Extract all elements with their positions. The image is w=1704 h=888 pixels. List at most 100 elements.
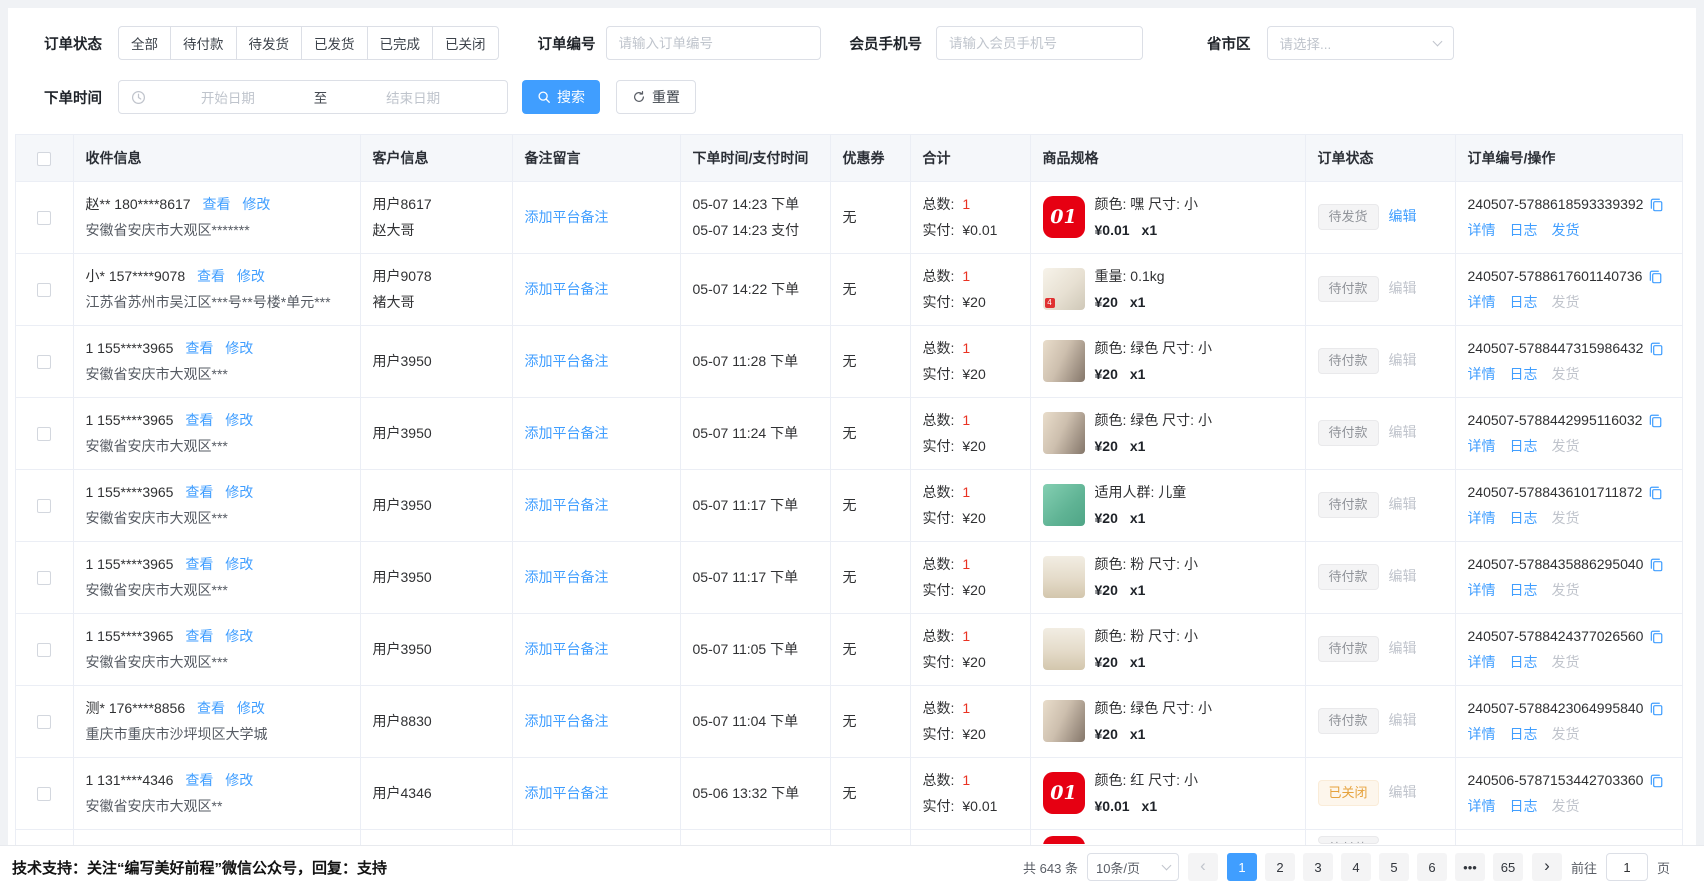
row-checkbox[interactable]: [37, 355, 51, 369]
row-checkbox[interactable]: [37, 427, 51, 441]
recipient-modify-link[interactable]: 修改: [225, 340, 253, 356]
status-filter-button[interactable]: 已发货: [301, 26, 368, 60]
phone-input[interactable]: [936, 26, 1143, 60]
detail-link[interactable]: 详情: [1468, 364, 1496, 385]
copy-icon[interactable]: [1648, 269, 1663, 284]
log-link[interactable]: 日志: [1510, 364, 1538, 385]
copy-icon[interactable]: [1649, 773, 1664, 788]
status-filter-button[interactable]: 已关闭: [432, 26, 499, 60]
page-size-select[interactable]: 10条/页: [1087, 853, 1179, 881]
search-button[interactable]: 搜索: [522, 80, 600, 114]
row-checkbox[interactable]: [37, 787, 51, 801]
select-all-checkbox[interactable]: [37, 152, 51, 166]
row-checkbox[interactable]: [37, 643, 51, 657]
edit-link[interactable]: 编辑: [1389, 784, 1417, 800]
goto-page-input[interactable]: [1606, 853, 1648, 881]
ship-link[interactable]: 发货: [1552, 364, 1580, 385]
remark-link[interactable]: 添加平台备注: [525, 281, 609, 297]
remark-link[interactable]: 添加平台备注: [525, 641, 609, 657]
recipient-view-link[interactable]: 查看: [185, 772, 213, 788]
recipient-modify-link[interactable]: 修改: [225, 484, 253, 500]
recipient-modify-link[interactable]: 修改: [225, 556, 253, 572]
order-no-input[interactable]: [606, 26, 821, 60]
detail-link[interactable]: 详情: [1468, 508, 1496, 529]
detail-link[interactable]: 详情: [1468, 724, 1496, 745]
edit-link[interactable]: 编辑: [1389, 496, 1417, 512]
more-pages-button[interactable]: •••: [1455, 853, 1485, 881]
copy-icon[interactable]: [1649, 341, 1664, 356]
recipient-view-link[interactable]: 查看: [197, 268, 225, 284]
edit-link[interactable]: 编辑: [1389, 712, 1417, 728]
copy-icon[interactable]: [1648, 413, 1663, 428]
log-link[interactable]: 日志: [1510, 292, 1538, 313]
recipient-modify-link[interactable]: 修改: [225, 628, 253, 644]
row-checkbox[interactable]: [37, 283, 51, 297]
log-link[interactable]: 日志: [1510, 652, 1538, 673]
status-filter-button[interactable]: 待付款: [170, 26, 237, 60]
detail-link[interactable]: 详情: [1468, 580, 1496, 601]
recipient-view-link[interactable]: 查看: [185, 340, 213, 356]
ship-link[interactable]: 发货: [1552, 580, 1580, 601]
ship-link[interactable]: 发货: [1552, 796, 1580, 817]
recipient-modify-link[interactable]: 修改: [225, 412, 253, 428]
edit-link[interactable]: 编辑: [1389, 208, 1417, 224]
remark-link[interactable]: 添加平台备注: [525, 713, 609, 729]
reset-button[interactable]: 重置: [616, 80, 696, 114]
row-checkbox[interactable]: [37, 715, 51, 729]
region-select[interactable]: 请选择...: [1267, 26, 1454, 60]
edit-link[interactable]: 编辑: [1389, 424, 1417, 440]
remark-link[interactable]: 添加平台备注: [525, 569, 609, 585]
row-checkbox[interactable]: [37, 211, 51, 225]
page-button-4[interactable]: 4: [1341, 853, 1371, 881]
recipient-view-link[interactable]: 查看: [185, 412, 213, 428]
status-filter-button[interactable]: 待发货: [236, 26, 303, 60]
log-link[interactable]: 日志: [1510, 724, 1538, 745]
remark-link[interactable]: 添加平台备注: [525, 209, 609, 225]
recipient-view-link[interactable]: 查看: [197, 700, 225, 716]
status-filter-button[interactable]: 全部: [118, 26, 171, 60]
log-link[interactable]: 日志: [1510, 508, 1538, 529]
row-checkbox[interactable]: [37, 499, 51, 513]
remark-link[interactable]: 添加平台备注: [525, 497, 609, 513]
recipient-view-link[interactable]: 查看: [185, 484, 213, 500]
remark-link[interactable]: 添加平台备注: [525, 425, 609, 441]
page-button-2[interactable]: 2: [1265, 853, 1295, 881]
ship-link[interactable]: 发货: [1552, 436, 1580, 457]
recipient-modify-link[interactable]: 修改: [237, 700, 265, 716]
log-link[interactable]: 日志: [1510, 796, 1538, 817]
copy-icon[interactable]: [1649, 701, 1664, 716]
edit-link[interactable]: 编辑: [1389, 280, 1417, 296]
status-filter-button[interactable]: 已完成: [367, 26, 434, 60]
log-link[interactable]: 日志: [1510, 220, 1538, 241]
recipient-modify-link[interactable]: 修改: [225, 772, 253, 788]
ship-link[interactable]: 发货: [1552, 508, 1580, 529]
detail-link[interactable]: 详情: [1468, 652, 1496, 673]
detail-link[interactable]: 详情: [1468, 292, 1496, 313]
log-link[interactable]: 日志: [1510, 436, 1538, 457]
next-page-button[interactable]: ›: [1532, 853, 1562, 881]
log-link[interactable]: 日志: [1510, 580, 1538, 601]
remark-link[interactable]: 添加平台备注: [525, 353, 609, 369]
copy-icon[interactable]: [1648, 485, 1663, 500]
recipient-view-link[interactable]: 查看: [185, 628, 213, 644]
prev-page-button[interactable]: ‹: [1188, 853, 1218, 881]
copy-icon[interactable]: [1649, 557, 1664, 572]
edit-link[interactable]: 编辑: [1389, 568, 1417, 584]
ship-link[interactable]: 发货: [1552, 724, 1580, 745]
detail-link[interactable]: 详情: [1468, 796, 1496, 817]
detail-link[interactable]: 详情: [1468, 220, 1496, 241]
detail-link[interactable]: 详情: [1468, 436, 1496, 457]
recipient-view-link[interactable]: 查看: [185, 556, 213, 572]
row-checkbox[interactable]: [37, 571, 51, 585]
ship-link[interactable]: 发货: [1552, 652, 1580, 673]
copy-icon[interactable]: [1649, 629, 1664, 644]
recipient-modify-link[interactable]: 修改: [242, 196, 270, 212]
recipient-view-link[interactable]: 查看: [202, 196, 230, 212]
recipient-modify-link[interactable]: 修改: [237, 268, 265, 284]
page-button-65[interactable]: 65: [1493, 853, 1523, 881]
date-range-picker[interactable]: 开始日期 至 结束日期: [118, 80, 508, 114]
page-button-6[interactable]: 6: [1417, 853, 1447, 881]
ship-link[interactable]: 发货: [1552, 292, 1580, 313]
copy-icon[interactable]: [1649, 197, 1664, 212]
page-button-3[interactable]: 3: [1303, 853, 1333, 881]
